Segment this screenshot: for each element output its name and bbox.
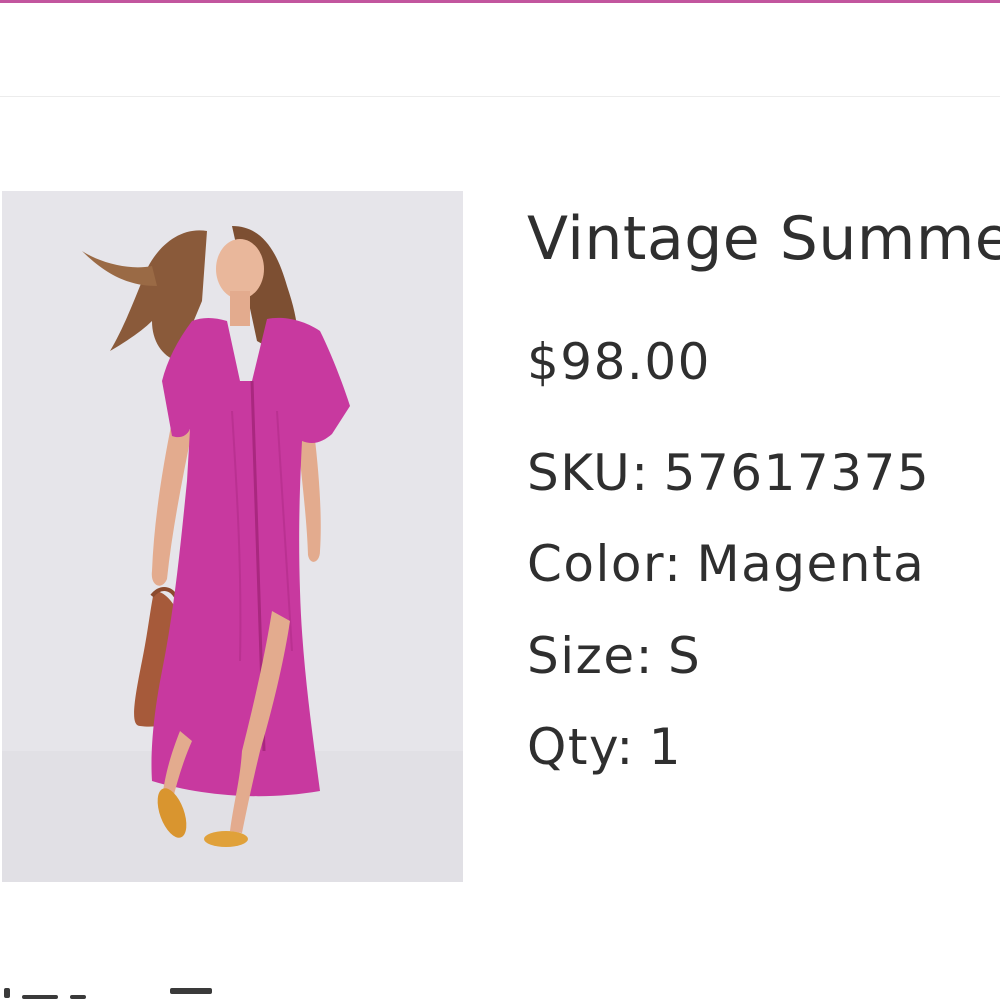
header-divider [0,96,1000,97]
next-item-cutoff-text [0,985,230,1000]
product-photo-illustration [2,191,463,882]
color-value: Magenta [696,535,926,593]
qty-label: Qty: [527,718,635,776]
sku-value: 57617375 [663,444,931,502]
size-label: Size: [527,627,654,685]
size-row: Size: S [527,627,701,685]
sku-label: SKU: [527,444,650,502]
color-label: Color: [527,535,683,593]
qty-value: 1 [648,718,683,776]
product-image[interactable] [2,191,463,882]
color-row: Color: Magenta [527,535,925,593]
top-accent-bar [0,0,1000,3]
product-price: $98.00 [527,333,711,391]
qty-row: Qty: 1 [527,718,682,776]
sku-row: SKU: 57617375 [527,444,930,502]
product-title[interactable]: Vintage Summer [527,204,1000,274]
order-item-page: Vintage Summer $98.00 SKU: 57617375 Color… [0,0,1000,1000]
size-value: S [667,627,702,685]
